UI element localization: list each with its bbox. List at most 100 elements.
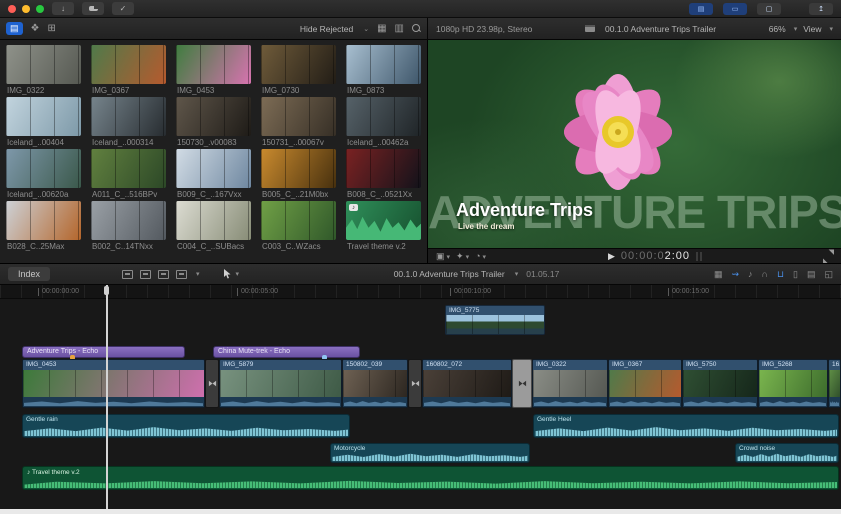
- timeline-clip[interactable]: 16..: [828, 359, 841, 408]
- browser-clip[interactable]: IMG_0453: [176, 45, 251, 97]
- fullscreen-icon[interactable]: [823, 248, 834, 265]
- browser-clip[interactable]: B005_C_..21M0bx: [261, 149, 336, 201]
- clip-filter-icon[interactable]: ▦: [377, 23, 386, 34]
- clip-thumbnail[interactable]: [176, 97, 251, 136]
- transition-clip[interactable]: [408, 359, 422, 408]
- hide-rejected-dropdown[interactable]: Hide Rejected: [300, 24, 353, 34]
- timeline-project-switcher[interactable]: 00.1.0 Adventure Trips Trailer ▾ 01.05.1…: [247, 269, 706, 279]
- viewer-zoom-dropdown[interactable]: 66%: [769, 24, 786, 34]
- playhead[interactable]: [106, 285, 108, 509]
- index-button[interactable]: Index: [8, 267, 51, 281]
- search-icon[interactable]: [412, 24, 421, 33]
- clip-thumbnail[interactable]: [6, 201, 81, 240]
- clip-thumbnail[interactable]: [346, 45, 421, 84]
- music-clip[interactable]: ♪ Travel theme v.2: [22, 466, 839, 490]
- retime-icon[interactable]: ◔ ▾: [475, 251, 486, 261]
- clip-thumbnail[interactable]: [91, 97, 166, 136]
- connected-clip[interactable]: IMG_5775: [445, 305, 545, 335]
- snapping-icon[interactable]: ⊔: [777, 269, 784, 279]
- timeline-clip[interactable]: IMG_0322: [532, 359, 608, 408]
- keyword-editor-icon[interactable]: ⊞: [47, 23, 55, 34]
- inspector-toggle-button[interactable]: ▢: [757, 2, 781, 15]
- audio-meters-icon[interactable]: [696, 251, 703, 261]
- duration-slider-icon[interactable]: ▥: [395, 23, 404, 34]
- timeline-ruler[interactable]: 00:00:00:00 00:00:05:00 00:00:10:00 00:00:1…: [0, 285, 841, 299]
- clip-thumbnail[interactable]: [6, 97, 81, 136]
- browser-clip[interactable]: B028_C..25Max: [6, 201, 81, 253]
- zoom-button[interactable]: [36, 4, 44, 13]
- browser-clip[interactable]: C003_C..WZacs: [261, 201, 336, 253]
- tool-select-dropdown[interactable]: ▾: [223, 269, 239, 279]
- clip-thumbnail[interactable]: [91, 149, 166, 188]
- key-icon[interactable]: [82, 2, 104, 15]
- background-tasks-icon[interactable]: ✓: [112, 2, 134, 15]
- transition-clip[interactable]: [512, 359, 532, 408]
- browser-clip[interactable]: IMG_0367: [91, 45, 166, 97]
- audio-skimming-icon[interactable]: ♪: [748, 269, 753, 279]
- media-import-button[interactable]: ▤: [6, 22, 23, 35]
- crop-icon[interactable]: ▣ ▾: [436, 251, 450, 261]
- browser-clip[interactable]: ♪ Travel theme v.2: [346, 201, 421, 253]
- clip-thumbnail[interactable]: [261, 149, 336, 188]
- browser-clip[interactable]: Iceland_..00404: [6, 97, 81, 149]
- browser-clip[interactable]: A011_C_..516BPv: [91, 149, 166, 201]
- import-arrow-icon[interactable]: ↓: [52, 2, 74, 15]
- timeline-zoom-icon[interactable]: ◱: [824, 269, 833, 279]
- minimize-button[interactable]: [22, 4, 30, 13]
- browser-clip[interactable]: 150730_.v00083: [176, 97, 251, 149]
- clip-thumbnail[interactable]: [261, 45, 336, 84]
- audio-clip[interactable]: Crowd noise: [735, 443, 839, 463]
- browser-clip[interactable]: IMG_0322: [6, 45, 81, 97]
- clip-thumbnail[interactable]: [91, 201, 166, 240]
- media-browser-icon[interactable]: ▤: [807, 269, 816, 279]
- timeline-clip[interactable]: 160802_072: [422, 359, 512, 408]
- clip-appearance-icon[interactable]: ▦: [714, 269, 723, 279]
- playhead-handle[interactable]: [104, 286, 109, 295]
- clip-thumbnail[interactable]: [261, 97, 336, 136]
- audio-clip[interactable]: Motorcycle: [330, 443, 530, 463]
- timeline-clip[interactable]: IMG_5750: [682, 359, 758, 408]
- clip-thumbnail[interactable]: [6, 45, 81, 84]
- timeline-clip[interactable]: IMG_5879: [219, 359, 342, 408]
- browser-clip[interactable]: Iceland_..00620a: [6, 149, 81, 201]
- clip-thumbnail[interactable]: [6, 149, 81, 188]
- browser-clip[interactable]: IMG_0730: [261, 45, 336, 97]
- clip-thumbnail[interactable]: [91, 45, 166, 84]
- browser-clip[interactable]: Iceland_..000314: [91, 97, 166, 149]
- timeline-toggle-button[interactable]: ▭: [723, 2, 747, 15]
- timeline-clip[interactable]: 150802_039: [342, 359, 408, 408]
- audio-clip[interactable]: Gentle Heel: [533, 414, 839, 438]
- timeline-clip[interactable]: IMG_5268: [758, 359, 828, 408]
- clip-thumbnail[interactable]: [176, 201, 251, 240]
- solo-icon[interactable]: ∩: [762, 269, 768, 279]
- browser-clip[interactable]: 150731_..00067v: [261, 97, 336, 149]
- timeline-pane[interactable]: 00:00:00:00 00:00:05:00 00:00:10:00 00:00:1…: [0, 285, 841, 509]
- browser-clip[interactable]: B002_C..14TNxx: [91, 201, 166, 253]
- connect-edit-icon[interactable]: [122, 269, 134, 279]
- browser-toggle-button[interactable]: ▤: [689, 2, 713, 15]
- clip-thumbnail[interactable]: [176, 149, 251, 188]
- audio-clip[interactable]: Gentle rain: [22, 414, 350, 438]
- title-clip[interactable]: Adventure Trips - Echo: [22, 346, 185, 358]
- browser-clip[interactable]: C004_C_..SUBacs: [176, 201, 251, 253]
- viewer-video[interactable]: ADVENTURE TRIPS Adventure Trips Live the…: [428, 40, 841, 248]
- clip-thumbnail[interactable]: ♪: [346, 201, 421, 240]
- transition-clip[interactable]: [205, 359, 219, 408]
- timeline-clip[interactable]: IMG_0453: [22, 359, 205, 408]
- timeline-clip[interactable]: IMG_0367: [608, 359, 682, 408]
- effects-browser-icon[interactable]: ▯: [793, 269, 798, 279]
- insert-edit-icon[interactable]: [140, 269, 152, 279]
- clip-thumbnail[interactable]: [346, 149, 421, 188]
- title-clip[interactable]: China Mute-trek - Echo: [213, 346, 360, 358]
- browser-clip[interactable]: B009_C_..167Vxx: [176, 149, 251, 201]
- clip-thumbnail[interactable]: [346, 97, 421, 136]
- close-button[interactable]: [8, 4, 16, 13]
- play-button[interactable]: ▶: [608, 251, 615, 261]
- browser-clip[interactable]: B008_C_..0521Xx: [346, 149, 421, 201]
- browser-clip[interactable]: IMG_0873: [346, 45, 421, 97]
- browser-clip[interactable]: Iceland_..00462a: [346, 97, 421, 149]
- viewer-view-dropdown[interactable]: View: [803, 24, 821, 34]
- effects-icon[interactable]: ✦ ▾: [456, 251, 469, 261]
- share-button[interactable]: ↥: [809, 2, 833, 15]
- clip-thumbnail[interactable]: [261, 201, 336, 240]
